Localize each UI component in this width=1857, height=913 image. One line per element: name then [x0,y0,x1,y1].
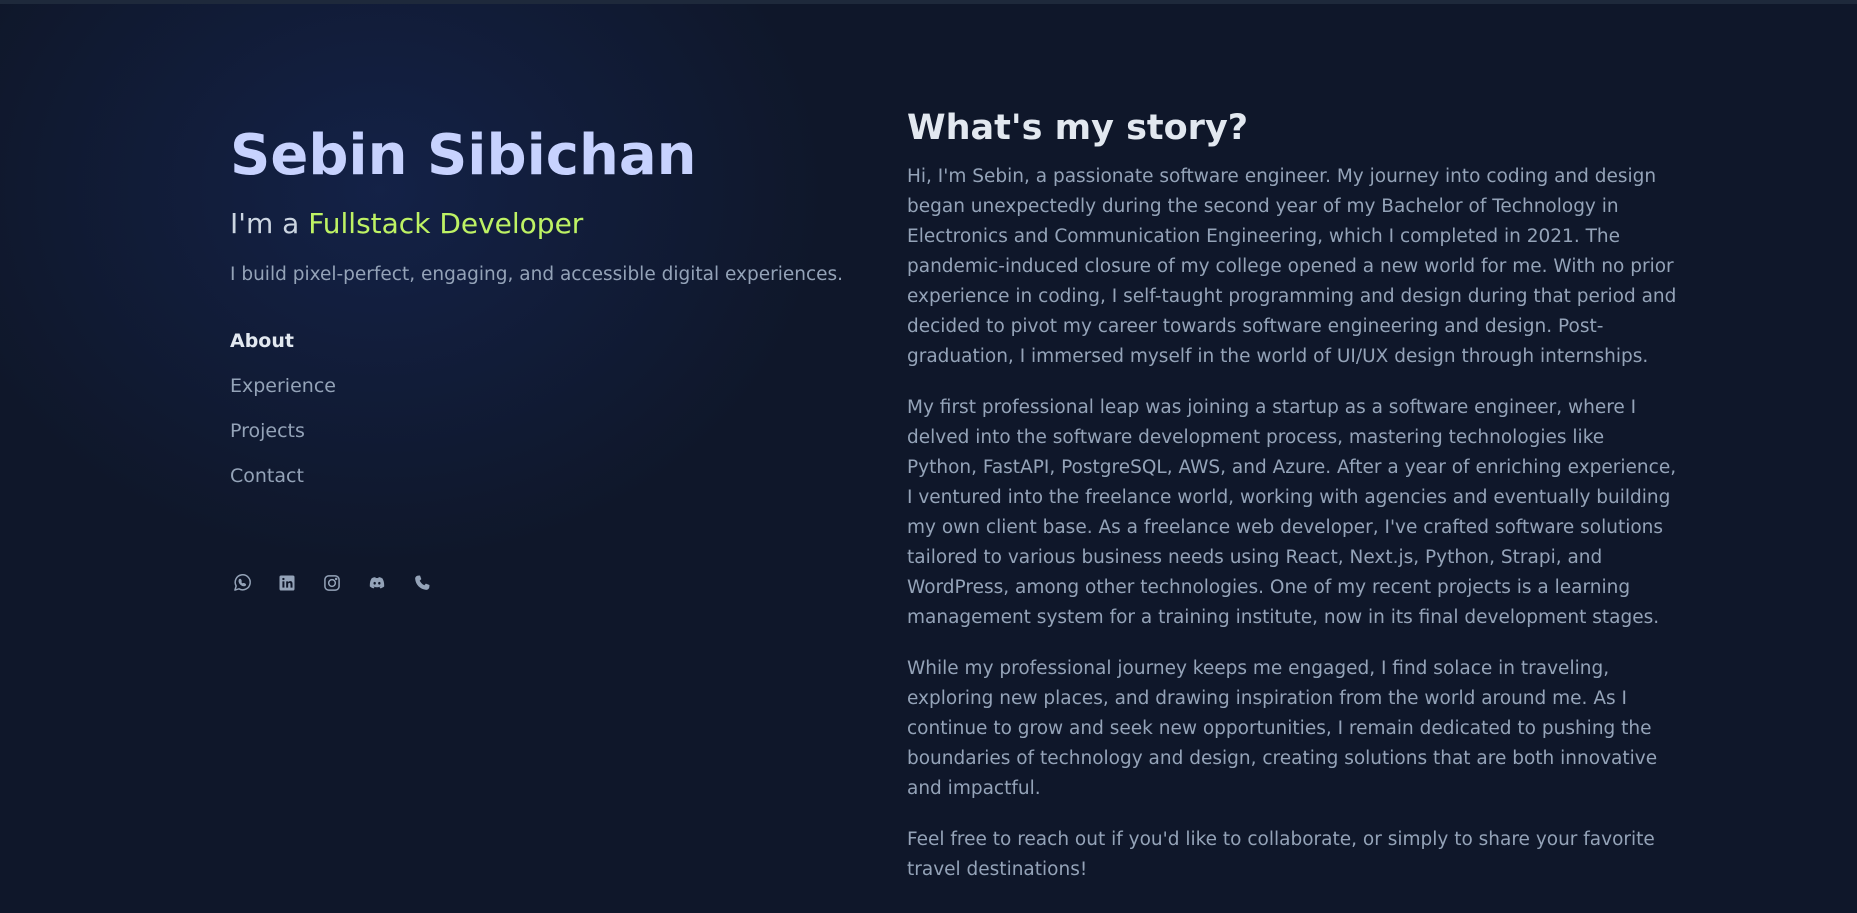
nav-item-projects[interactable]: Projects [230,418,870,463]
phone-link[interactable] [410,571,434,595]
nav-item-contact[interactable]: Contact [230,463,870,508]
profile-name: Sebin Sibichan [230,123,697,188]
profile-sidebar: Sebin Sibichan I'm a Fullstack Developer… [230,120,870,508]
discord-icon [367,573,387,593]
story-paragraph: Hi, I'm Sebin, a passionate software eng… [907,166,1677,367]
about-section: What's my story? Hi, I'm Sebin, a passio… [907,106,1677,885]
story-paragraph: My first professional leap was joining a… [907,397,1677,628]
role-highlight: Fullstack Developer [308,207,584,240]
discord-link[interactable] [365,571,389,595]
whatsapp-icon [232,573,252,593]
profile-role: I'm a Fullstack Developer [230,206,870,242]
whatsapp-link[interactable] [230,571,254,595]
story-paragraph: While my professional journey keeps me e… [907,658,1658,799]
profile-tagline: I build pixel-perfect, engaging, and acc… [230,264,844,285]
linkedin-link[interactable] [275,571,299,595]
top-border [0,0,1857,4]
linkedin-icon [277,573,297,593]
instagram-link[interactable] [320,571,344,595]
social-links [230,571,434,595]
story-title: What's my story? [907,108,1249,148]
nav-item-experience[interactable]: Experience [230,373,870,418]
section-nav: About Experience Projects Contact [230,328,870,508]
phone-icon [412,573,432,593]
nav-item-about[interactable]: About [230,328,870,373]
instagram-icon [322,573,342,593]
role-prefix: I'm a [230,207,309,240]
story-paragraph: Feel free to reach out if you'd like to … [907,829,1655,880]
